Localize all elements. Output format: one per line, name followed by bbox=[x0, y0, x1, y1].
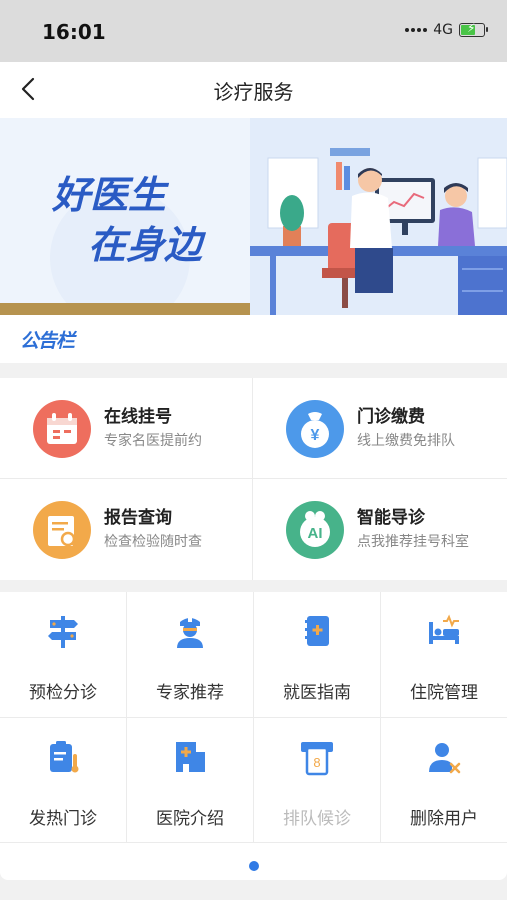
grid-label: 预检分诊 bbox=[29, 683, 97, 703]
banner-illustration: 好医生 在身边 bbox=[0, 118, 507, 315]
service-name: 报告查询 bbox=[104, 508, 172, 528]
grid-item-queue-waiting[interactable]: 8 排队候诊 bbox=[254, 718, 380, 843]
status-indicators: 4G ⚡ bbox=[405, 21, 488, 38]
service-cards: 在线挂号 专家名医提前约 ¥ 门诊缴费 线上缴费免排队 报告查询 检查检验随时查 bbox=[0, 378, 507, 580]
service-name: 门诊缴费 bbox=[357, 407, 425, 427]
report-search-icon bbox=[33, 501, 91, 559]
svg-text:¥: ¥ bbox=[311, 427, 320, 444]
app-header: 诊疗服务 bbox=[0, 62, 507, 118]
network-type: 4G bbox=[433, 22, 453, 38]
service-desc: 专家名医提前约 bbox=[104, 433, 202, 449]
page-indicator-dot bbox=[249, 861, 259, 871]
notice-bar[interactable]: 公告栏 bbox=[0, 315, 507, 363]
money-bag-icon: ¥ bbox=[286, 400, 344, 458]
grid-label: 专家推荐 bbox=[156, 683, 224, 703]
grid-item-pre-triage[interactable]: 预检分诊 bbox=[0, 592, 126, 717]
banner-slogan-line2: 在身边 bbox=[88, 225, 207, 267]
grid-label: 发热门诊 bbox=[29, 809, 97, 829]
service-report-query[interactable]: 报告查询 检查检验随时查 bbox=[0, 479, 252, 579]
grid-label: 删除用户 bbox=[410, 809, 478, 829]
grid-item-medical-guide[interactable]: 就医指南 bbox=[254, 592, 380, 717]
service-name: 智能导诊 bbox=[357, 508, 425, 528]
service-smart-triage[interactable]: AI 智能导诊 点我推荐挂号科室 bbox=[253, 479, 505, 579]
service-desc: 检查检验随时查 bbox=[104, 534, 202, 550]
grid-label: 医院介绍 bbox=[156, 809, 224, 829]
grid-label: 住院管理 bbox=[410, 683, 478, 703]
delete-user-icon bbox=[429, 743, 461, 774]
notice-label: 公告栏 bbox=[20, 330, 75, 352]
service-desc: 线上缴费免排队 bbox=[357, 433, 455, 449]
grid-item-inpatient-management[interactable]: 住院管理 bbox=[381, 592, 507, 717]
service-name: 在线挂号 bbox=[104, 407, 172, 427]
guide-book-icon bbox=[305, 616, 329, 646]
banner-slogan-line1: 好医生 bbox=[51, 175, 170, 217]
calendar-icon bbox=[33, 400, 91, 458]
ai-icon: AI bbox=[286, 501, 344, 559]
service-online-registration[interactable]: 在线挂号 专家名医提前约 bbox=[0, 378, 252, 478]
grid-label: 就医指南 bbox=[283, 683, 351, 703]
queue-ticket-icon: 8 bbox=[301, 742, 333, 776]
signal-strength-icon bbox=[405, 28, 428, 32]
function-grid: 预检分诊 专家推荐 就医指南 住院管理 发热门诊 医院介绍 8 排队候诊 删除用… bbox=[0, 592, 507, 880]
thermometer-clipboard-icon bbox=[50, 741, 79, 773]
hospital-building-icon bbox=[176, 742, 205, 772]
service-desc: 点我推荐挂号科室 bbox=[357, 534, 469, 550]
service-outpatient-payment[interactable]: ¥ 门诊缴费 线上缴费免排队 bbox=[253, 378, 505, 478]
grid-label: 排队候诊 bbox=[283, 809, 351, 829]
grid-item-delete-user[interactable]: 删除用户 bbox=[381, 718, 507, 843]
grid-item-hospital-intro[interactable]: 医院介绍 bbox=[127, 718, 253, 843]
queue-ticket-number: 8 bbox=[313, 755, 320, 770]
page-title: 诊疗服务 bbox=[213, 80, 294, 104]
hospital-bed-icon bbox=[429, 614, 459, 644]
signpost-icon bbox=[48, 616, 78, 648]
grid-item-expert-recommend[interactable]: 专家推荐 bbox=[127, 592, 253, 717]
battery-icon: ⚡ bbox=[459, 21, 488, 37]
doctor-icon bbox=[177, 618, 203, 648]
ai-icon-text: AI bbox=[308, 525, 323, 542]
promo-banner[interactable]: 好医生 在身边 bbox=[0, 118, 507, 315]
grid-item-fever-clinic[interactable]: 发热门诊 bbox=[0, 718, 126, 843]
status-bar: 16:01 4G ⚡ bbox=[0, 0, 507, 62]
status-time: 16:01 bbox=[42, 20, 106, 44]
